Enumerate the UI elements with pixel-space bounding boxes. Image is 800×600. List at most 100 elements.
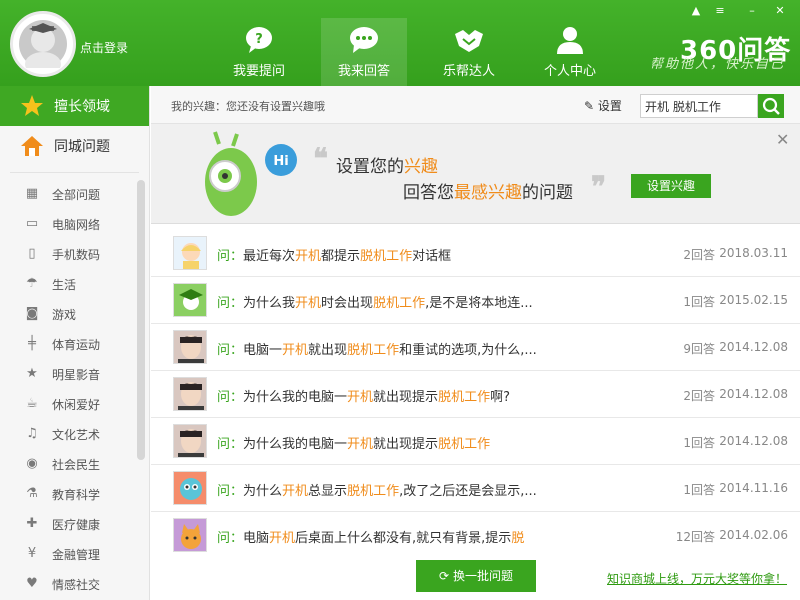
asker-avatar bbox=[173, 518, 207, 552]
set-interest-button[interactable]: 设置兴趣 bbox=[631, 174, 711, 198]
keyword-highlight: 脱机工作 bbox=[347, 343, 400, 358]
header: 点击登录 ? 我要提问 我来回答 乐帮达人 个人中心 360问答 帮助他人，快乐… bbox=[0, 0, 800, 86]
chat-bubble-icon bbox=[348, 26, 380, 54]
question-title[interactable]: 问：为什么我开机时会出现脱机工作,是不是将本地连... bbox=[217, 292, 533, 311]
banner-line-1: 设置您的兴趣 bbox=[336, 157, 438, 177]
question-date: 2015.02.15 bbox=[719, 293, 788, 307]
menu-icon[interactable]: ≡ bbox=[712, 4, 728, 18]
keyword-highlight: 脱机工作 bbox=[438, 437, 491, 452]
question-row[interactable]: 问：最近每次开机都提示脱机工作对话框 2回答 2018.03.11 bbox=[151, 230, 800, 277]
question-text: 就出现 bbox=[308, 343, 348, 358]
bottom-bar: ⟳ 换一批问题 知识商城上线，万元大奖等你拿！ bbox=[151, 556, 800, 600]
question-date: 2018.03.11 bbox=[719, 246, 788, 260]
question-prefix: 问： bbox=[217, 296, 244, 311]
login-link[interactable]: 点击登录 bbox=[80, 39, 128, 56]
nav-helpers[interactable]: 乐帮达人 bbox=[426, 18, 512, 86]
question-text: 为什么我的电脑一 bbox=[243, 390, 348, 405]
keyword-highlight: 脱机工作 bbox=[360, 249, 413, 264]
question-row[interactable]: 问：电脑开机后桌面上什么都没有,就只有背景,提示脱 12回答 2014.02.06 bbox=[151, 512, 800, 559]
question-row[interactable]: 问：为什么我的电脑一开机就出现提示脱机工作 1回答 2014.12.08 bbox=[151, 418, 800, 465]
search-input[interactable] bbox=[640, 94, 758, 118]
question-prefix: 问： bbox=[217, 531, 244, 546]
sidebar-item-category[interactable]: ▭ 电脑网络 bbox=[0, 209, 149, 239]
umbrella-icon: ☂ bbox=[26, 276, 38, 291]
question-title[interactable]: 问：最近每次开机都提示脱机工作对话框 bbox=[217, 245, 451, 264]
question-text: 电脑一 bbox=[243, 343, 283, 358]
question-title[interactable]: 问：为什么我的电脑一开机就出现提示脱机工作啊? bbox=[217, 386, 510, 405]
question-text: ,是不是将本地连... bbox=[425, 296, 533, 311]
question-title[interactable]: 问：为什么开机总显示脱机工作,改了之后还是会显示,... bbox=[217, 480, 537, 499]
question-row[interactable]: 问：为什么我的电脑一开机就出现提示脱机工作啊? 2回答 2014.12.08 bbox=[151, 371, 800, 418]
settings-label: 设置 bbox=[597, 99, 622, 113]
question-text: 对话框 bbox=[412, 249, 452, 264]
sidebar-item-category[interactable]: ◉ 社会民生 bbox=[0, 449, 149, 479]
sidebar-item-category[interactable]: ♥ 情感社交 bbox=[0, 569, 149, 599]
sidebar-item-category[interactable]: ▦ 全部问题 bbox=[0, 179, 149, 209]
nav-answer[interactable]: 我来回答 bbox=[321, 18, 407, 86]
keyword-highlight: 开机 bbox=[347, 390, 374, 405]
question-date: 2014.11.16 bbox=[719, 481, 788, 495]
default-avatar-icon bbox=[19, 20, 67, 74]
question-text: 为什么我 bbox=[243, 296, 296, 311]
question-text: 总显示 bbox=[308, 484, 348, 499]
svg-text:?: ? bbox=[255, 32, 263, 47]
question-prefix: 问： bbox=[217, 249, 244, 264]
banner-line-2: 回答您最感兴趣的问题 bbox=[403, 183, 573, 203]
refresh-questions-button[interactable]: ⟳ 换一批问题 bbox=[416, 560, 536, 592]
nav-ask[interactable]: ? 我要提问 bbox=[216, 18, 302, 86]
answer-count: 1回答 bbox=[683, 483, 715, 497]
sidebar-item-category[interactable]: ☂ 生活 bbox=[0, 269, 149, 299]
sidebar-item-category[interactable]: ☕ 休闲爱好 bbox=[0, 389, 149, 419]
svg-text:Hi: Hi bbox=[273, 154, 288, 169]
handshake-icon bbox=[453, 26, 485, 54]
sidebar-item-category[interactable]: ♫ 文化艺术 bbox=[0, 419, 149, 449]
search-button[interactable] bbox=[758, 94, 784, 118]
keyword-highlight: 开机 bbox=[282, 343, 309, 358]
settings-link[interactable]: ✎ 设置 bbox=[584, 97, 622, 114]
promo-link[interactable]: 知识商城上线，万元大奖等你拿！ bbox=[607, 570, 787, 587]
sidebar-item-local[interactable]: 同城问题 bbox=[0, 126, 149, 166]
user-avatar[interactable] bbox=[10, 11, 76, 77]
sidebar-item-category[interactable]: ★ 明星影音 bbox=[0, 359, 149, 389]
question-text: 和重试的选项,为什么,... bbox=[399, 343, 537, 358]
question-title[interactable]: 问：电脑一开机就出现脱机工作和重试的选项,为什么,... bbox=[217, 339, 537, 358]
question-prefix: 问： bbox=[217, 390, 244, 405]
interest-bar: 我的兴趣：您还没有设置兴趣哦 ✎ 设置 bbox=[151, 86, 800, 124]
sidebar-item-category[interactable]: ¥ 金融管理 bbox=[0, 539, 149, 569]
sidebar-item-label: 社会民生 bbox=[52, 457, 101, 472]
sidebar-item-category[interactable]: ◙ 游戏 bbox=[0, 299, 149, 329]
sidebar-item-label: 体育运动 bbox=[52, 337, 101, 352]
star-outline-icon: ★ bbox=[26, 366, 38, 381]
close-icon[interactable]: ✕ bbox=[772, 4, 788, 18]
question-title[interactable]: 问：为什么我的电脑一开机就出现提示脱机工作 bbox=[217, 433, 490, 452]
sidebar-item-category[interactable]: ⚗ 教育科学 bbox=[0, 479, 149, 509]
asker-avatar bbox=[173, 424, 207, 458]
nav-profile[interactable]: 个人中心 bbox=[527, 18, 613, 86]
minimize-icon[interactable]: – bbox=[744, 4, 760, 18]
question-prefix: 问： bbox=[217, 343, 244, 358]
keyword-highlight: 脱机工作 bbox=[347, 484, 400, 499]
sidebar-item-expertise[interactable]: 擅长领域 bbox=[0, 86, 149, 126]
globe-icon: ◉ bbox=[26, 456, 38, 471]
question-row[interactable]: 问：电脑一开机就出现脱机工作和重试的选项,为什么,... 9回答 2014.12.0… bbox=[151, 324, 800, 371]
answer-count: 2回答 bbox=[683, 248, 715, 262]
sidebar-item-category[interactable]: ▯ 手机数码 bbox=[0, 239, 149, 269]
sidebar-item-label: 文化艺术 bbox=[52, 427, 101, 442]
banner-close-icon[interactable]: ✕ bbox=[776, 130, 789, 149]
question-row[interactable]: 问：为什么开机总显示脱机工作,改了之后还是会显示,... 1回答 2014.11.1… bbox=[151, 465, 800, 512]
skin-icon[interactable]: ▲ bbox=[688, 4, 704, 18]
question-title[interactable]: 问：电脑开机后桌面上什么都没有,就只有背景,提示脱 bbox=[217, 527, 524, 546]
asker-avatar bbox=[173, 330, 207, 364]
sidebar-scrollbar[interactable] bbox=[137, 180, 145, 460]
pencil-icon: ✎ bbox=[584, 99, 595, 113]
sidebar-item-label: 休闲爱好 bbox=[52, 397, 101, 412]
sidebar-item-category[interactable]: ✚ 医疗健康 bbox=[0, 509, 149, 539]
keyword-highlight: 脱机工作 bbox=[438, 390, 491, 405]
phone-icon: ▯ bbox=[28, 246, 36, 261]
question-row[interactable]: 问：为什么我开机时会出现脱机工作,是不是将本地连... 1回答 2015.02.15 bbox=[151, 277, 800, 324]
sidebar-item-category[interactable]: ╪ 体育运动 bbox=[0, 329, 149, 359]
asker-avatar bbox=[173, 283, 207, 317]
sidebar-item-label: 电脑网络 bbox=[52, 217, 101, 232]
sidebar-item-label: 手机数码 bbox=[52, 247, 101, 262]
house-icon bbox=[20, 134, 44, 158]
